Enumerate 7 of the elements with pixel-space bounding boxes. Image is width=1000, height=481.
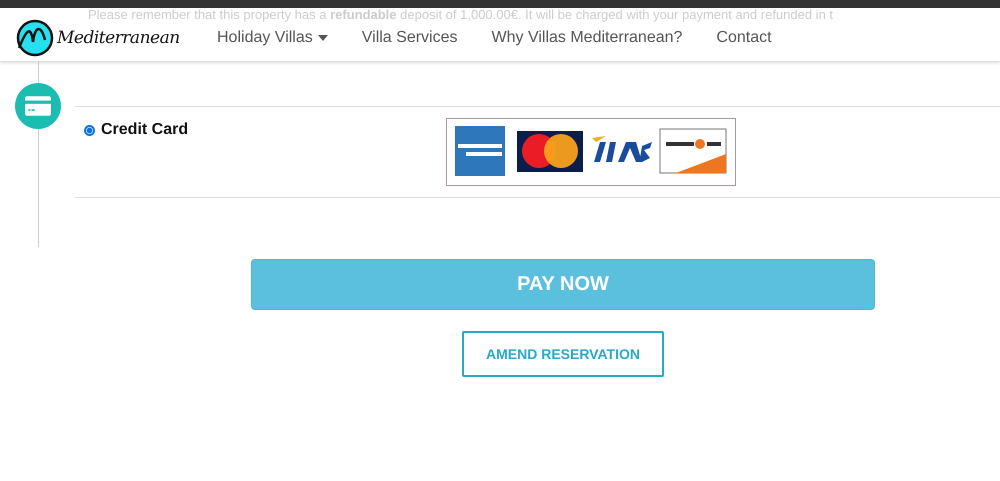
nav-link[interactable]: Villa Services <box>362 28 458 46</box>
nav-link[interactable]: Contact <box>716 28 772 46</box>
logo[interactable]: Mediterranean <box>15 18 215 58</box>
nav-link[interactable]: Holiday Villas <box>217 28 328 46</box>
credit-card-radio[interactable]: Credit Card <box>84 121 446 139</box>
nav-link[interactable]: Why Villas Mediterranean? <box>492 28 682 46</box>
credit-card-icon <box>15 83 61 129</box>
